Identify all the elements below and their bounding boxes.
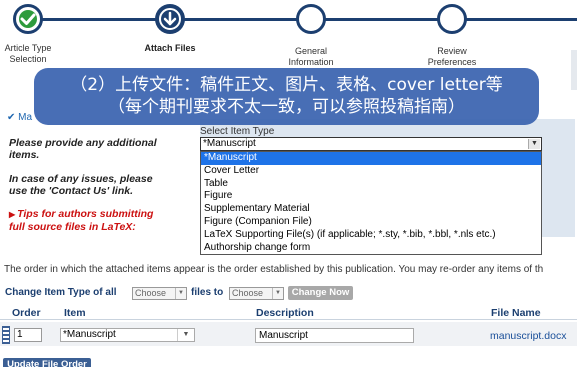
chevron-down-icon: ▼	[528, 139, 540, 149]
change-from-select[interactable]: Choose ▼	[132, 287, 187, 300]
down-arrow-icon	[159, 8, 181, 30]
order-note: The order in which the attached items ap…	[4, 264, 544, 275]
change-to-select[interactable]: Choose ▼	[229, 287, 284, 300]
progress-track-rest	[173, 18, 577, 21]
chevron-down-icon: ▼	[177, 329, 194, 341]
banner-line-1: （2）上传文件：稿件正文、图片、表格、cover letter等	[70, 75, 503, 95]
header-order: Order	[12, 307, 41, 319]
step-review-preferences[interactable]	[437, 4, 467, 34]
change-type-label: Change Item Type of all	[5, 287, 117, 298]
item-type-dropdown: *Manuscript Cover Letter Table Figure Su…	[200, 151, 542, 255]
dropdown-option[interactable]: Figure (Companion File)	[201, 216, 541, 229]
files-to-label: files to	[191, 287, 224, 298]
chevron-down-icon: ▼	[175, 288, 186, 299]
dropdown-option[interactable]: Authorship change form	[201, 242, 541, 255]
instruction-banner: （2）上传文件：稿件正文、图片、表格、cover letter等 （每个期刊要求…	[34, 68, 539, 125]
description-input[interactable]: Manuscript	[255, 328, 414, 343]
header-divider	[0, 319, 577, 320]
update-file-order-button[interactable]: Update File Order	[3, 358, 91, 367]
header-item: Item	[64, 307, 86, 319]
step-label-article-type: Article Type Selection	[4, 43, 52, 64]
step-attach-files[interactable]	[155, 4, 185, 34]
latex-tips-text: Tips for authors submitting full source …	[9, 208, 154, 233]
banner-line-2: （每个期刊要求不太一致，可以参照投稿指南）	[108, 97, 465, 117]
item-type-select[interactable]: *Manuscript ▼	[200, 137, 542, 151]
step-general-information[interactable]	[296, 4, 326, 34]
header-file-name: File Name	[491, 307, 541, 319]
header-description: Description	[256, 307, 314, 319]
step-label-general-information: General Information	[288, 46, 334, 67]
dropdown-option[interactable]: *Manuscript	[201, 152, 541, 165]
checkmark-icon	[20, 13, 36, 25]
dropdown-option[interactable]: Figure	[201, 190, 541, 203]
scroll-edge	[571, 50, 577, 90]
chevron-down-icon: ▼	[272, 288, 283, 299]
check-row: ✔ Ma	[7, 112, 33, 123]
dropdown-option[interactable]: Table	[201, 178, 541, 191]
row-item-type-value: *Manuscript	[63, 329, 116, 340]
select-item-type-label: Select Item Type	[200, 126, 275, 137]
change-now-button[interactable]: Change Now	[288, 286, 353, 300]
row-item-type-select[interactable]: *Manuscript ▼	[60, 328, 195, 342]
order-input[interactable]: 1	[14, 328, 42, 342]
file-name-link[interactable]: manuscript.docx	[490, 330, 566, 342]
dropdown-option[interactable]: LaTeX Supporting File(s) (if applicable;…	[201, 229, 541, 242]
drag-handle-icon[interactable]	[2, 326, 10, 344]
triangle-bullet-icon: ▶	[9, 210, 16, 219]
step-label-review-preferences: Review Preferences	[427, 46, 477, 67]
progress-track-done	[28, 18, 173, 21]
item-type-select-value: *Manuscript	[203, 138, 256, 149]
dropdown-option[interactable]: Cover Letter	[201, 165, 541, 178]
change-from-value: Choose	[135, 288, 167, 298]
latex-tips-link[interactable]: ▶ Tips for authors submitting full source…	[9, 208, 169, 233]
step-label-attach-files: Attach Files	[144, 43, 196, 53]
dropdown-option[interactable]: Supplementary Material	[201, 203, 541, 216]
provide-items-text: Please provide any additional items.	[9, 137, 157, 161]
change-to-value: Choose	[232, 288, 264, 298]
issues-text: In case of any issues, please use the 'C…	[9, 173, 153, 197]
step-article-type[interactable]	[13, 4, 43, 34]
